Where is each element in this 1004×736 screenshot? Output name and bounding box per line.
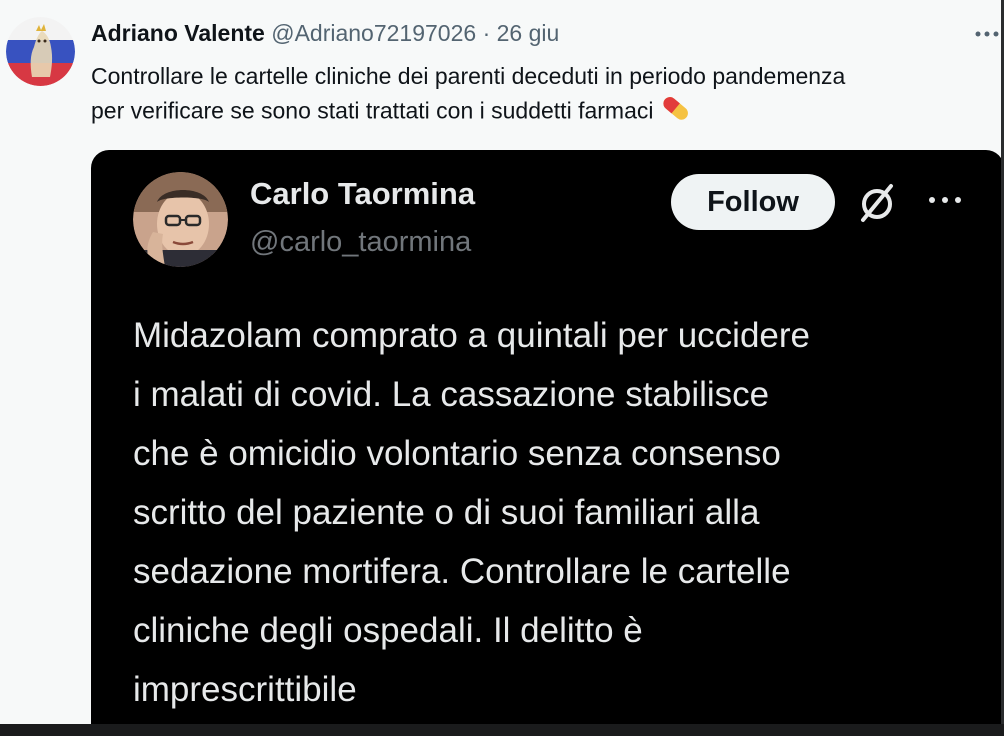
embedded-author-name: Carlo Taormina xyxy=(250,176,476,211)
embedded-author-handle: @carlo_taormina xyxy=(250,226,472,258)
window-bottom-edge xyxy=(0,724,1004,736)
follow-button: Follow xyxy=(671,174,835,230)
tweet-text-line-1: Controllare le cartelle cliniche dei par… xyxy=(91,63,846,89)
embedded-author-avatar xyxy=(133,172,228,267)
author-name[interactable]: Adriano Valente xyxy=(91,20,265,46)
more-options-icon[interactable] xyxy=(974,18,1000,44)
tweet-text-line-2: per verificare se sono stati trattati co… xyxy=(91,93,1001,132)
author-handle[interactable]: @Adriano72197026 xyxy=(271,20,476,46)
tweet-card[interactable]: Adriano Valente @Adriano72197026 · 26 gi… xyxy=(0,0,1004,736)
embedded-tweet-text: Midazolam comprato a quintali per uccide… xyxy=(133,316,810,709)
x-logo-icon xyxy=(855,180,899,224)
author-avatar[interactable] xyxy=(6,17,75,86)
tweet-header: Adriano Valente @Adriano72197026 · 26 gi… xyxy=(91,18,559,48)
tweet-text-line-2-content: per verificare se sono stati trattati co… xyxy=(91,97,654,124)
embedded-image[interactable]: Carlo Taormina @carlo_taormina Follow Mi… xyxy=(91,150,1004,724)
tweet-text: Controllare le cartelle cliniche dei par… xyxy=(91,60,1001,132)
pill-icon xyxy=(659,93,693,132)
tweet-date[interactable]: 26 giu xyxy=(497,20,560,46)
header-separator: · xyxy=(482,20,491,46)
embedded-more-icon xyxy=(925,180,965,220)
